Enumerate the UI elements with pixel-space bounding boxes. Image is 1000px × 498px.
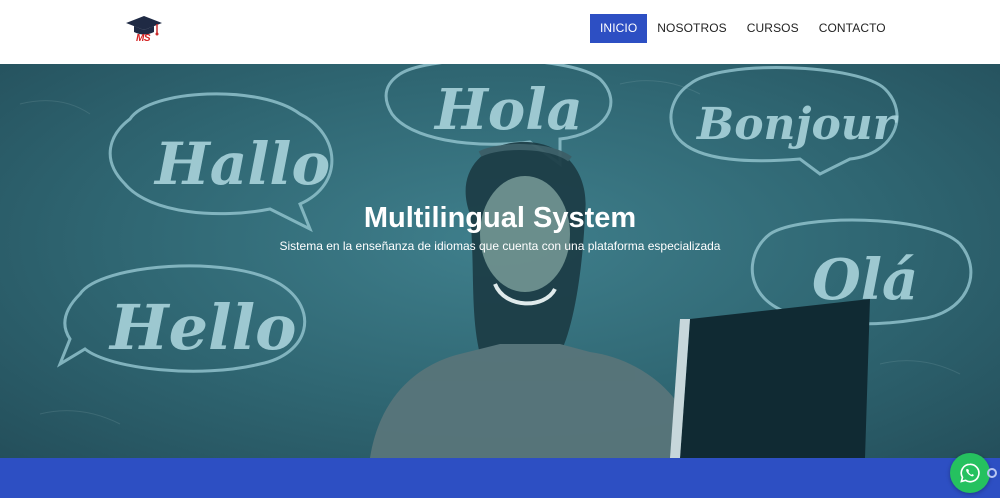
hero-subtitle: Sistema en la enseñanza de idiomas que c…: [279, 239, 721, 253]
logo[interactable]: MS: [124, 15, 164, 47]
student-figure: [370, 141, 700, 458]
bubble-bonjour-text: Bonjour: [695, 99, 899, 150]
whatsapp-button[interactable]: [950, 453, 990, 493]
hero-title: Multilingual System: [363, 202, 637, 234]
nav-item-cursos[interactable]: CURSOS: [737, 14, 809, 43]
navbar: MS INICIO NOSOTROS CURSOS CONTACTO: [0, 0, 1000, 64]
hero-background-image: Hallo Hola Bonjour Hello Olá: [19, 64, 973, 458]
chat-indicator-icon: [987, 468, 997, 478]
bubble-hola-text: Hola: [433, 77, 583, 143]
main-nav: INICIO NOSOTROS CURSOS CONTACTO: [590, 14, 896, 43]
bubble-hello-text: Hello: [108, 291, 296, 364]
hero-banner: Hallo Hola Bonjour Hello Olá Multilingua…: [0, 64, 1000, 458]
bottom-band: [0, 458, 1000, 498]
whatsapp-icon: [960, 463, 980, 483]
bubble-hallo-text: Hallo: [153, 130, 330, 198]
logo-text: MS: [136, 33, 151, 44]
laptop-figure: [670, 299, 870, 458]
nav-item-inicio[interactable]: INICIO: [590, 14, 648, 43]
nav-item-contacto[interactable]: CONTACTO: [809, 14, 896, 43]
nav-item-nosotros[interactable]: NOSOTROS: [647, 14, 736, 43]
